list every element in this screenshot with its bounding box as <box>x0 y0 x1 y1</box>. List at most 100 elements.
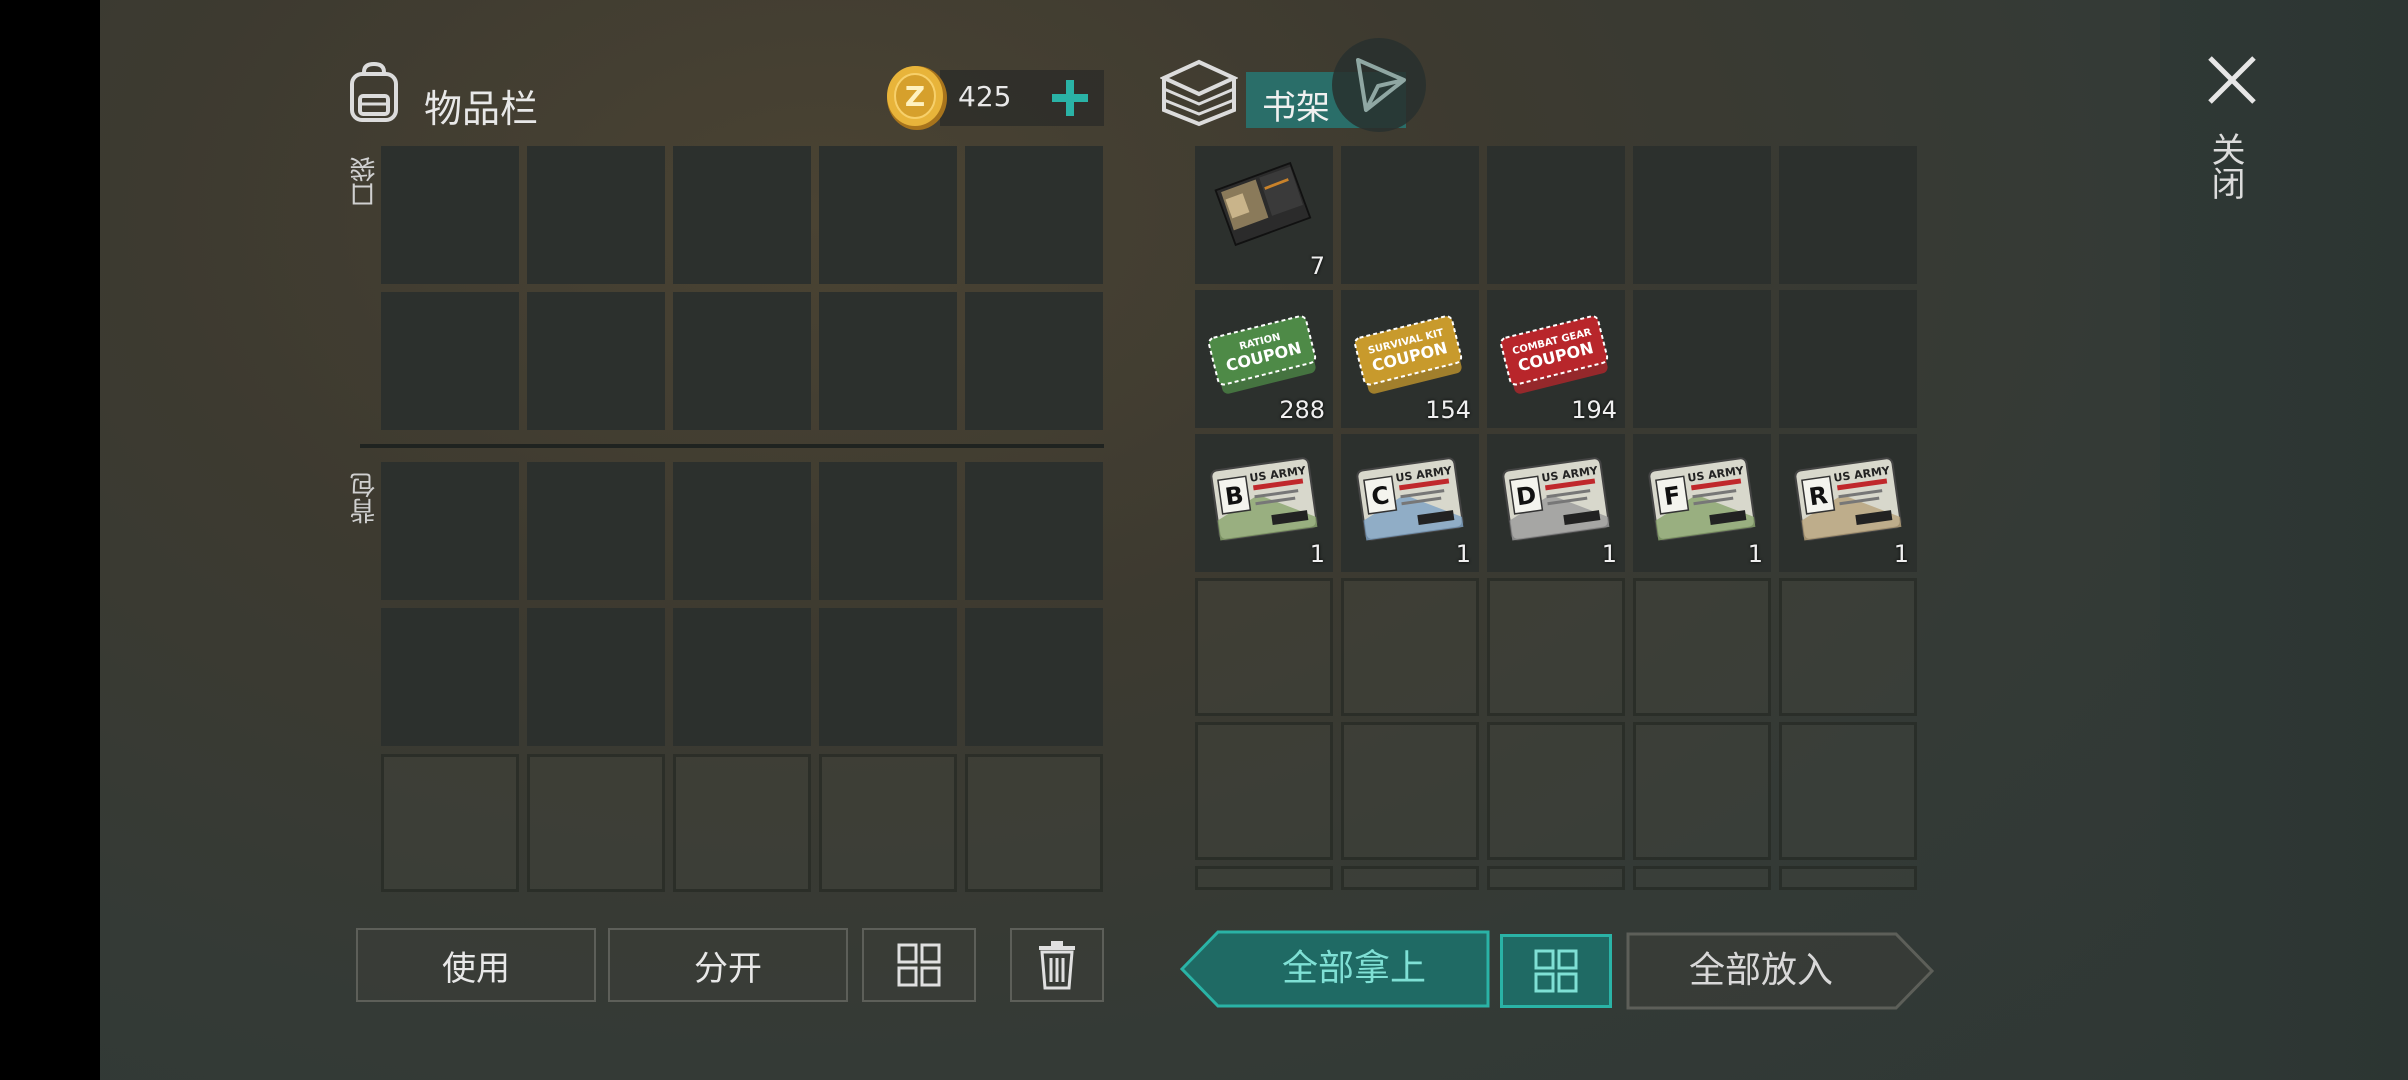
svg-text:D: D <box>1514 481 1538 512</box>
backpack-slot[interactable] <box>381 462 519 600</box>
shelf-sort-button[interactable] <box>1500 934 1612 1008</box>
shelf-slot <box>1195 866 1333 890</box>
backpack-slot <box>673 754 811 892</box>
shelf-slot <box>1779 866 1917 890</box>
shelf-slot[interactable]: F US ARMY 1 <box>1633 434 1771 572</box>
svg-text:B: B <box>1223 481 1245 511</box>
shelf-slot[interactable]: B US ARMY 1 <box>1195 434 1333 572</box>
shelf-slot <box>1779 722 1917 860</box>
pocket-slot[interactable] <box>673 146 811 284</box>
pocket-slot[interactable] <box>819 146 957 284</box>
item-count: 288 <box>1279 396 1325 424</box>
pocket-slot[interactable] <box>527 292 665 430</box>
shelf-icon <box>1159 58 1239 128</box>
pocket-slot[interactable] <box>965 146 1103 284</box>
shelf-slot <box>1633 722 1771 860</box>
backpack-icon <box>346 61 402 124</box>
shelf-slot <box>1341 866 1479 890</box>
ration-coupon-icon: RATIONCOUPON <box>1208 315 1317 394</box>
delete-button[interactable] <box>1010 928 1104 1002</box>
pocket-slot[interactable] <box>673 292 811 430</box>
pocket-label: 口袋 <box>350 156 380 208</box>
pocket-slot[interactable] <box>381 146 519 284</box>
shelf-slot <box>1633 866 1771 890</box>
use-button[interactable]: 使用 <box>356 928 596 1002</box>
close-label: 关闭 <box>2205 132 2245 200</box>
put-all-button[interactable]: 全部放入 <box>1626 932 1934 1010</box>
split-button[interactable]: 分开 <box>608 928 848 1002</box>
item-count: 1 <box>1455 540 1471 568</box>
shelf-slot[interactable] <box>1633 290 1771 428</box>
shelf-slot <box>1341 722 1479 860</box>
shelf-slot <box>1195 578 1333 716</box>
send-icon <box>1356 58 1406 112</box>
backpack-slot[interactable] <box>673 462 811 600</box>
shelf-slot[interactable]: C US ARMY 1 <box>1341 434 1479 572</box>
wallet-icon <box>1214 161 1312 247</box>
army-card-d-icon: DUS ARMY <box>1502 457 1610 541</box>
shelf-slot <box>1633 578 1771 716</box>
shelf-slot[interactable] <box>1633 146 1771 284</box>
inventory-title: 物品栏 <box>424 87 539 131</box>
take-all-label: 全部拿上 <box>1281 948 1426 989</box>
add-coins-button[interactable] <box>1048 76 1092 120</box>
right-panel <box>2160 0 2408 1080</box>
item-count: 1 <box>1601 540 1617 568</box>
grid-icon <box>1534 949 1578 993</box>
backpack-slot <box>819 754 957 892</box>
backpack-slot[interactable] <box>965 608 1103 746</box>
shelf-slot <box>1487 866 1625 890</box>
backpack-slot[interactable] <box>527 608 665 746</box>
send-button[interactable] <box>1332 38 1426 132</box>
shelf-slot[interactable]: RATION COUPON 288 <box>1195 290 1333 428</box>
pocket-slot[interactable] <box>527 146 665 284</box>
svg-text:R: R <box>1807 481 1829 511</box>
pocket-slot[interactable] <box>965 292 1103 430</box>
shelf-slot[interactable]: COMBAT GEAR COUPON 194 <box>1487 290 1625 428</box>
pocket-slot[interactable] <box>819 292 957 430</box>
item-count: 1 <box>1309 540 1325 568</box>
take-all-button[interactable]: 全部拿上 <box>1180 930 1490 1008</box>
item-count: 154 <box>1425 396 1471 424</box>
pocket-slot[interactable] <box>381 292 519 430</box>
backpack-slot[interactable] <box>819 462 957 600</box>
backpack-slot <box>381 754 519 892</box>
shelf-slot[interactable]: 7 <box>1195 146 1333 284</box>
army-card-r-icon: RUS ARMY <box>1794 457 1902 541</box>
shelf-slot <box>1487 578 1625 716</box>
shelf-slot[interactable]: D US ARMY 1 <box>1487 434 1625 572</box>
backpack-slot[interactable] <box>527 462 665 600</box>
backpack-slot[interactable] <box>965 462 1103 600</box>
army-card-c-icon: CUS ARMY <box>1356 457 1464 541</box>
combat-gear-coupon-icon: COMBAT GEARCOUPON <box>1500 315 1609 394</box>
shelf-slot[interactable] <box>1779 146 1917 284</box>
item-count: 194 <box>1571 396 1617 424</box>
shelf-title: 书架 <box>1262 88 1330 128</box>
shelf-slot[interactable]: SURVIVAL KIT COUPON 154 <box>1341 290 1479 428</box>
shelf-slot <box>1487 722 1625 860</box>
shelf-slot <box>1195 722 1333 860</box>
trash-icon <box>1039 941 1075 990</box>
svg-text:Z: Z <box>905 80 925 113</box>
put-all-label: 全部放入 <box>1688 950 1833 991</box>
backpack-slot[interactable] <box>819 608 957 746</box>
item-count: 1 <box>1893 540 1909 568</box>
item-count: 7 <box>1309 252 1325 280</box>
sort-button[interactable] <box>862 928 976 1002</box>
backpack-slot[interactable] <box>381 608 519 746</box>
backpack-slot[interactable] <box>673 608 811 746</box>
backpack-label: 背包 <box>350 472 380 524</box>
shelf-slot[interactable]: R US ARMY 1 <box>1779 434 1917 572</box>
plus-icon <box>1052 80 1088 116</box>
grid-icon <box>897 943 941 987</box>
army-card-f-icon: FUS ARMY <box>1648 457 1756 541</box>
close-icon <box>2208 56 2256 104</box>
section-divider <box>360 444 1104 448</box>
shelf-slot[interactable] <box>1341 146 1479 284</box>
survival-kit-coupon-icon: SURVIVAL KITCOUPON <box>1354 315 1463 394</box>
close-button[interactable]: 关闭 <box>2200 50 2264 220</box>
army-card-b-icon: BUS ARMY <box>1210 457 1318 541</box>
shelf-slot[interactable] <box>1779 290 1917 428</box>
coin-count: 425 <box>958 80 1012 113</box>
shelf-slot[interactable] <box>1487 146 1625 284</box>
